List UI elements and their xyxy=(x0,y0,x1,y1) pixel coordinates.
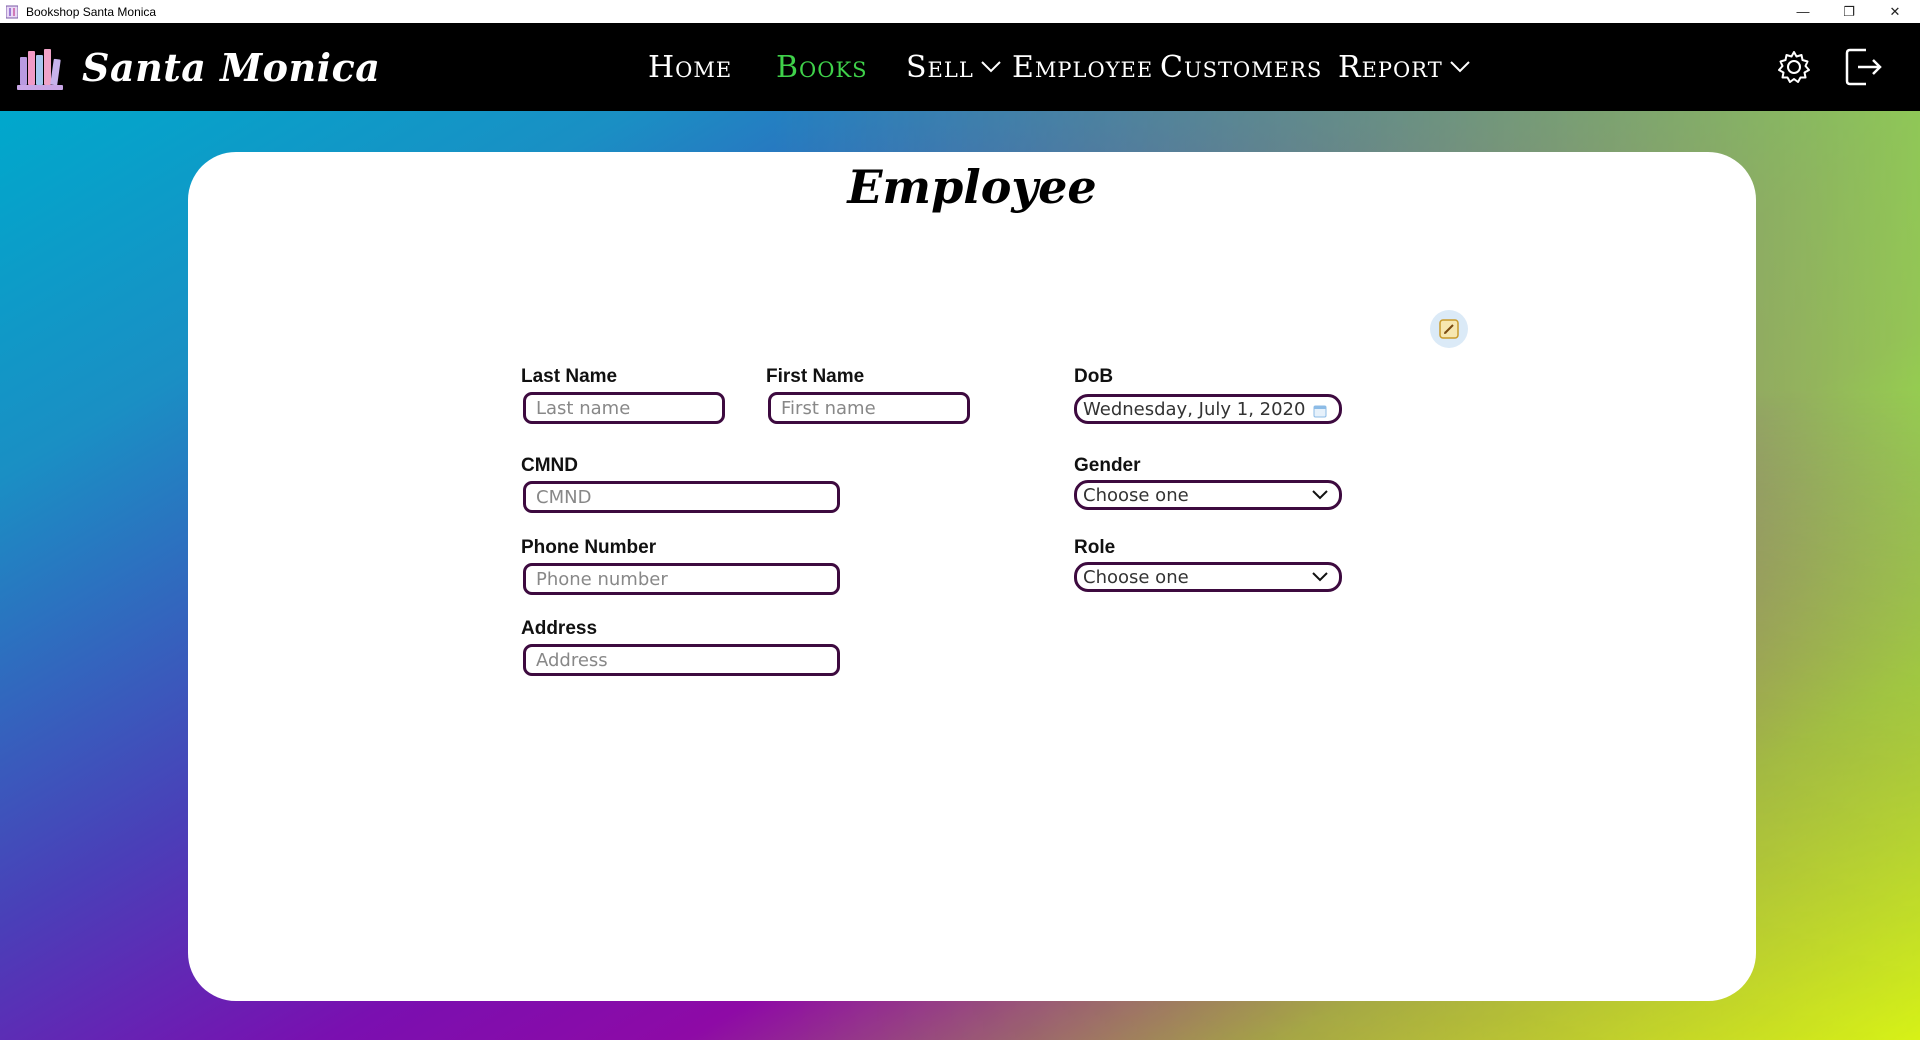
app-icon xyxy=(6,5,18,18)
cmnd-label: CMND xyxy=(521,455,578,476)
logout-icon xyxy=(1845,48,1882,86)
nav-customers[interactable]: Customers xyxy=(1160,23,1322,111)
phone-number-input[interactable] xyxy=(523,563,840,595)
nav-employee[interactable]: Employee xyxy=(1012,23,1153,111)
first-name-label: First Name xyxy=(766,366,865,387)
logout-button[interactable] xyxy=(1842,45,1886,89)
gender-value: Choose one xyxy=(1083,484,1189,506)
dob-label: DoB xyxy=(1074,366,1114,387)
employee-card: Employee Last Name First Name CMND Phone… xyxy=(188,152,1756,1001)
bookshelf-logo-icon xyxy=(17,49,63,90)
brand-name: Santa Monica xyxy=(82,44,381,90)
edit-button[interactable] xyxy=(1430,310,1468,348)
close-button[interactable]: ✕ xyxy=(1872,0,1918,23)
edit-icon xyxy=(1439,319,1459,339)
top-navbar: Santa Monica Home Books Sell Employee Cu… xyxy=(0,23,1920,111)
last-name-label: Last Name xyxy=(521,366,618,387)
dob-value: Wednesday, July 1, 2020 xyxy=(1083,398,1306,420)
settings-button[interactable] xyxy=(1772,45,1816,89)
last-name-input[interactable] xyxy=(523,392,725,424)
chevron-down-icon xyxy=(981,61,1001,73)
restore-button[interactable]: ❐ xyxy=(1826,0,1872,23)
role-value: Choose one xyxy=(1083,566,1189,588)
nav-report-label: Report xyxy=(1338,49,1443,85)
chevron-down-icon xyxy=(1312,490,1328,500)
nav-home[interactable]: Home xyxy=(648,23,732,111)
window-titlebar: Bookshop Santa Monica — ❐ ✕ xyxy=(0,0,1920,23)
first-name-input[interactable] xyxy=(768,392,970,424)
address-input[interactable] xyxy=(523,644,840,676)
nav-home-label: Home xyxy=(648,49,733,85)
nav-report[interactable]: Report xyxy=(1338,23,1471,111)
nav-employee-label: Employee xyxy=(1012,49,1154,85)
phone-number-label: Phone Number xyxy=(521,537,657,558)
dob-datepicker[interactable]: Wednesday, July 1, 2020 xyxy=(1074,394,1342,424)
chevron-down-icon xyxy=(1450,61,1470,73)
nav-books-label: Books xyxy=(776,49,868,85)
nav-sell-label: Sell xyxy=(906,49,974,85)
gear-icon xyxy=(1778,51,1810,83)
gender-select[interactable]: Choose one xyxy=(1074,480,1342,510)
nav-sell[interactable]: Sell xyxy=(906,23,1002,111)
role-select[interactable]: Choose one xyxy=(1074,562,1342,592)
nav-books[interactable]: Books xyxy=(776,23,868,111)
address-label: Address xyxy=(521,618,598,639)
nav-customers-label: Customers xyxy=(1160,49,1323,85)
minimize-button[interactable]: — xyxy=(1780,0,1826,23)
page-title: Employee xyxy=(847,160,1097,214)
chevron-down-icon xyxy=(1312,572,1328,582)
role-label: Role xyxy=(1074,537,1116,558)
calendar-icon[interactable] xyxy=(1313,404,1327,418)
cmnd-input[interactable] xyxy=(523,481,840,513)
window-title: Bookshop Santa Monica xyxy=(26,4,157,19)
brand[interactable]: Santa Monica xyxy=(14,23,380,111)
gender-label: Gender xyxy=(1074,455,1141,476)
